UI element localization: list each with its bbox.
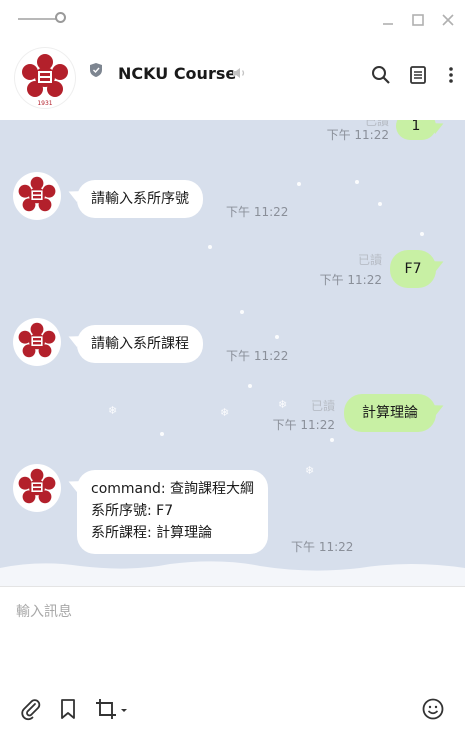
more-options-icon[interactable]	[440, 64, 462, 86]
snow-dot	[355, 180, 359, 184]
message-text: 請輸入系所課程	[91, 336, 189, 352]
emoji-icon[interactable]	[421, 697, 445, 721]
snow-dot	[240, 310, 244, 314]
search-icon[interactable]	[370, 64, 392, 86]
incoming-message[interactable]: 請輸入系所課程	[77, 325, 203, 363]
snow-dot	[378, 202, 382, 206]
message-time: 下午 11:22	[226, 205, 289, 219]
chat-title: NCKU Course	[118, 64, 237, 83]
snow-dot	[420, 232, 424, 236]
message-line: 系所課程: 計算理論	[91, 525, 213, 541]
window-titlebar	[0, 0, 465, 40]
snow-dot	[330, 438, 334, 442]
message-text: 請輸入系所序號	[91, 191, 189, 207]
message-time: 下午 11:22	[272, 418, 335, 432]
message-text: 計算理論	[362, 405, 418, 421]
chat-header: 1931 NCKU Course	[0, 40, 465, 120]
snowflake-icon: ❄	[220, 406, 230, 419]
incoming-message[interactable]: 請輸入系所序號	[77, 180, 203, 218]
message-line: 系所序號: F7	[91, 503, 174, 519]
snow-dot	[297, 182, 301, 186]
message-line: command: 查詢課程大綱	[91, 481, 255, 497]
snow-dot	[208, 245, 212, 249]
snow-dot	[248, 384, 252, 388]
opacity-slider-track[interactable]	[18, 18, 60, 20]
chat-history[interactable]: ❄ ❄ ❄ ❄ 1 已讀 下午 11:22 請輸入系所序號 下午 11:22 已…	[0, 120, 465, 586]
outgoing-message[interactable]: 計算理論	[344, 394, 436, 432]
message-time: 下午 11:22	[226, 349, 289, 363]
read-status: 已讀	[310, 399, 335, 413]
outgoing-message[interactable]: 1	[396, 120, 436, 140]
message-text: 1	[411, 120, 421, 134]
logo-year: 1931	[37, 100, 52, 107]
message-time: 下午 11:22	[326, 128, 389, 142]
screenshot-crop-icon[interactable]	[94, 697, 130, 721]
bot-avatar[interactable]	[13, 172, 61, 220]
bot-avatar[interactable]	[13, 464, 61, 512]
snow-dot	[160, 432, 164, 436]
notes-icon[interactable]	[407, 64, 429, 86]
maximize-icon[interactable]	[408, 10, 428, 30]
outgoing-message[interactable]: F7	[390, 250, 436, 288]
snowflake-icon: ❄	[305, 464, 315, 477]
ncku-logo-avatar[interactable]: 1931	[15, 48, 75, 108]
message-composer: 輸入訊息	[0, 586, 465, 735]
read-status: 已讀	[357, 253, 382, 267]
bot-avatar[interactable]	[13, 318, 61, 366]
snow-ground-decoration	[0, 561, 465, 586]
minimize-icon[interactable]	[378, 10, 398, 30]
message-input[interactable]: 輸入訊息	[16, 601, 72, 621]
bookmark-icon[interactable]	[56, 697, 80, 721]
shield-icon	[89, 62, 103, 78]
message-text: F7	[404, 261, 422, 277]
snowflake-icon: ❄	[108, 404, 118, 417]
opacity-slider-handle[interactable]	[55, 12, 66, 23]
paperclip-icon[interactable]	[19, 697, 43, 721]
snow-dot	[275, 335, 279, 339]
mute-speaker-icon	[232, 66, 248, 80]
close-icon[interactable]	[438, 10, 458, 30]
incoming-message[interactable]: command: 查詢課程大綱 系所序號: F7 系所課程: 計算理論	[77, 470, 269, 554]
message-time: 下午 11:22	[319, 273, 382, 287]
